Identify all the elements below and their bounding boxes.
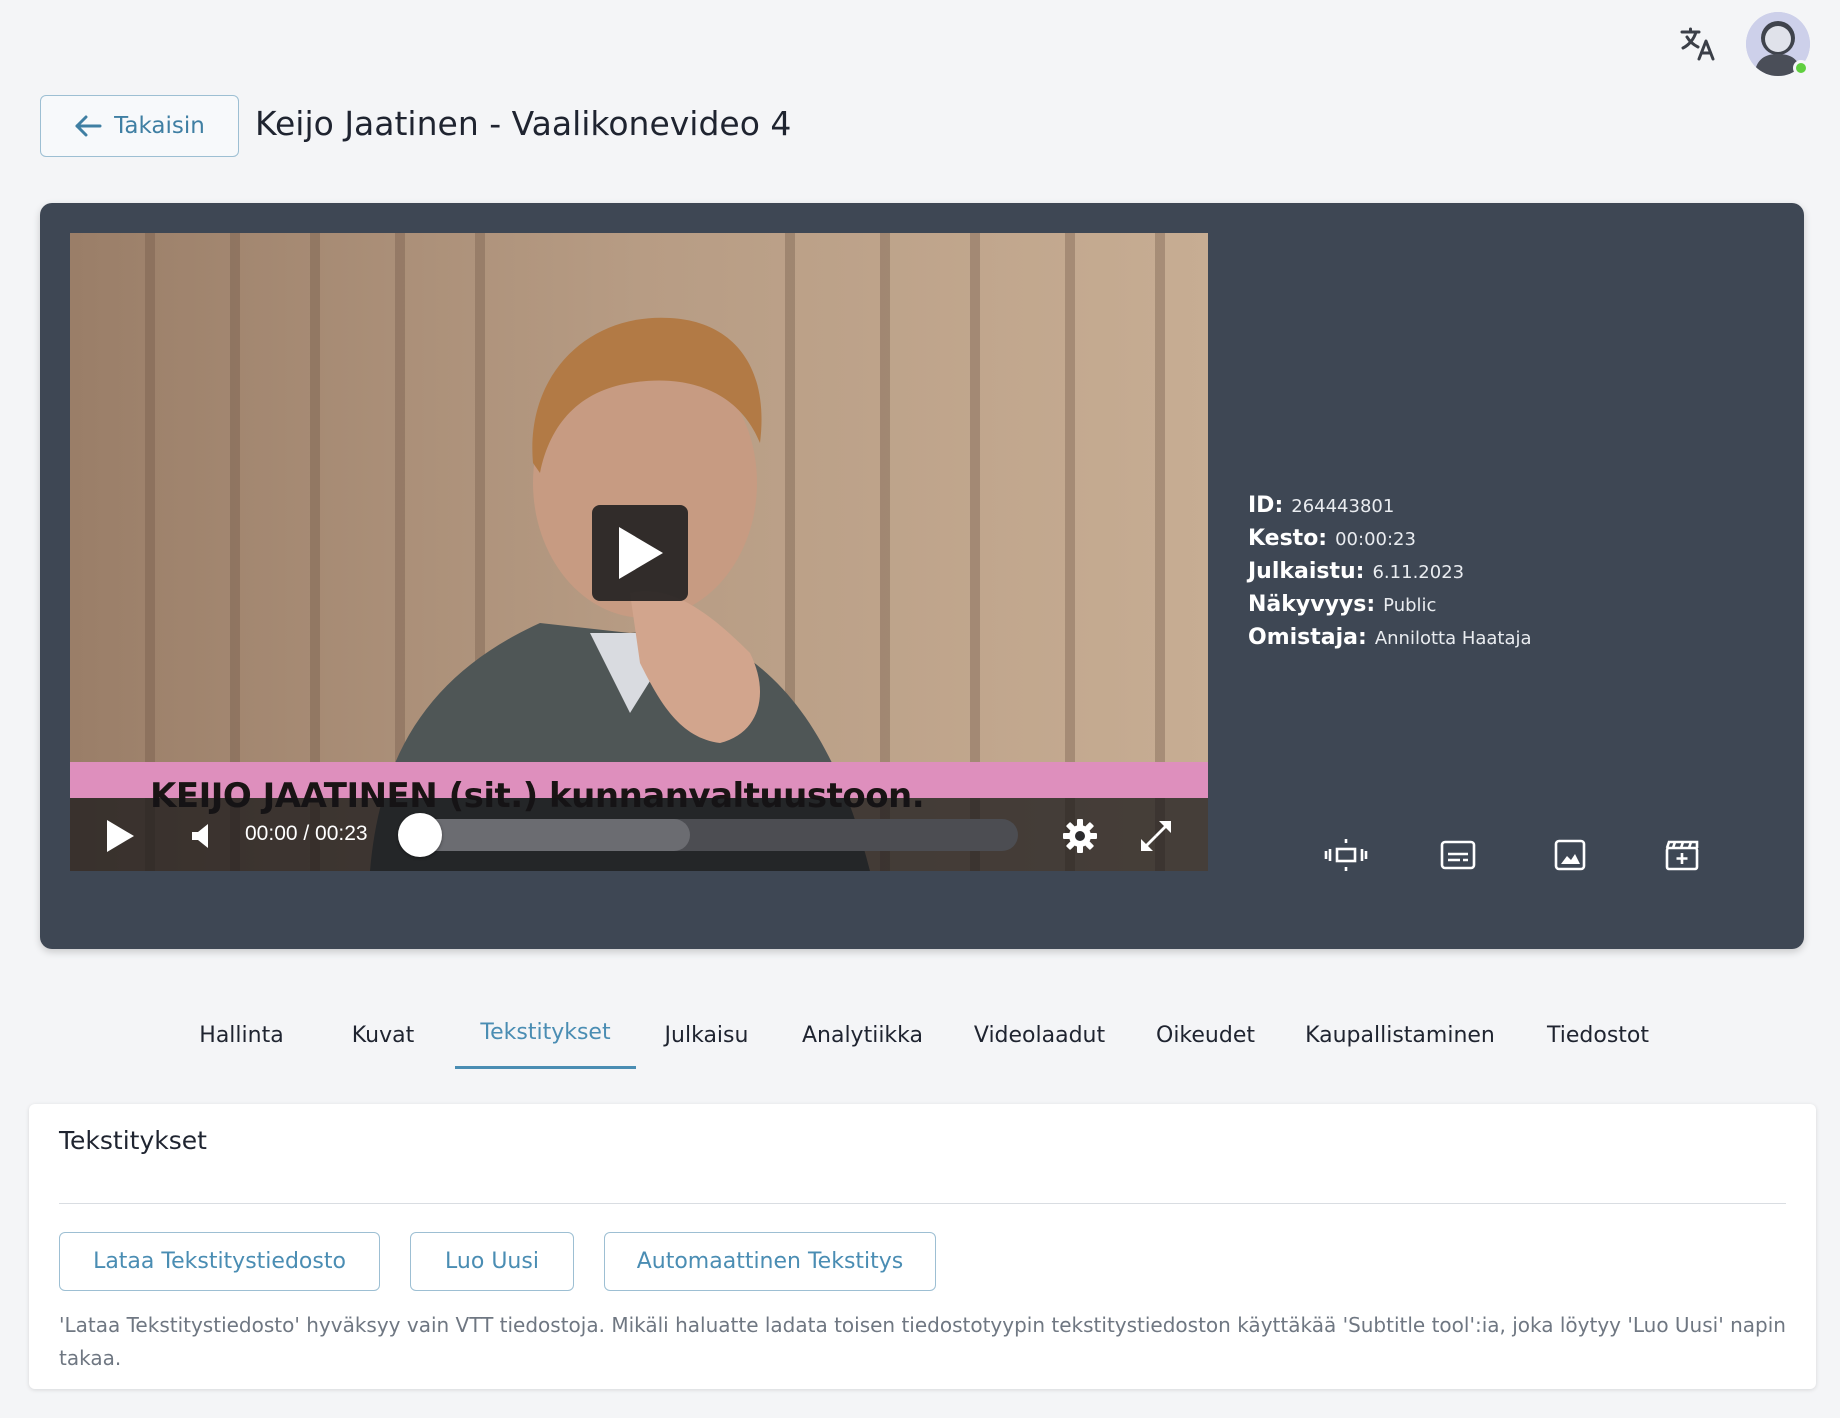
clip-button[interactable]: [1658, 833, 1706, 877]
player-controls: 00:00 / 00:23: [70, 798, 1208, 871]
online-status-dot: [1793, 60, 1809, 76]
meta-key: ID:: [1248, 493, 1284, 518]
fullscreen-button[interactable]: [1136, 816, 1176, 856]
meta-key: Näkyvyys:: [1248, 592, 1376, 617]
tab-hallinta[interactable]: Hallinta: [184, 1000, 299, 1070]
subtitles-icon: [1440, 840, 1476, 870]
tab-julkaisu[interactable]: Julkaisu: [654, 1000, 759, 1070]
video-metadata: ID: 264443801 Kesto: 00:00:23 Julkaistu:…: [1248, 493, 1532, 658]
meta-value: 264443801: [1291, 496, 1395, 517]
meta-value: Annilotta Haataja: [1374, 628, 1532, 649]
page-title: Keijo Jaatinen - Vaalikonevideo 4: [255, 104, 792, 143]
big-play-button[interactable]: [592, 505, 688, 601]
seek-buffered: [410, 819, 690, 851]
tab-kuvat[interactable]: Kuvat: [323, 1000, 443, 1070]
translate-icon: [1680, 27, 1715, 61]
tab-kaupallistaminen[interactable]: Kaupallistaminen: [1300, 1000, 1500, 1070]
meta-key: Kesto:: [1248, 526, 1328, 551]
tab-tekstitykset[interactable]: Tekstitykset: [455, 1000, 636, 1064]
card-title: Tekstitykset: [59, 1126, 207, 1155]
volume-button[interactable]: [182, 818, 218, 854]
seek-bar[interactable]: [398, 813, 1018, 857]
meta-owner: Omistaja: Annilotta Haataja: [1248, 625, 1532, 658]
meta-value: 00:00:23: [1335, 529, 1416, 550]
meta-published: Julkaistu: 6.11.2023: [1248, 559, 1532, 592]
tab-analytiikka[interactable]: Analytiikka: [795, 1000, 930, 1070]
settings-gear-icon: [1063, 819, 1097, 853]
tab-bar: Hallinta Kuvat Tekstitykset Julkaisu Ana…: [0, 1000, 1840, 1070]
subtitles-button[interactable]: [1434, 833, 1482, 877]
meta-key: Omistaja:: [1248, 625, 1367, 650]
video-player[interactable]: KEIJO JAATINEN (sit.) kunnanvaltuustoon.…: [70, 233, 1208, 871]
meta-id: ID: 264443801: [1248, 493, 1532, 526]
meta-duration: Kesto: 00:00:23: [1248, 526, 1532, 559]
seek-handle[interactable]: [398, 813, 442, 857]
meta-value: Public: [1383, 595, 1437, 616]
meta-key: Julkaistu:: [1248, 559, 1365, 584]
fullscreen-icon: [1141, 821, 1171, 851]
subtitles-card: Tekstitykset Lataa Tekstitystiedosto Luo…: [29, 1104, 1816, 1389]
create-new-button[interactable]: Luo Uusi: [410, 1232, 574, 1291]
clapperboard-icon: [1665, 840, 1699, 871]
trim-button[interactable]: [1322, 833, 1370, 877]
card-divider: [59, 1203, 1786, 1204]
back-button-label: Takaisin: [114, 113, 205, 139]
volume-icon: [192, 824, 208, 848]
upload-subtitle-file-button[interactable]: Lataa Tekstitystiedosto: [59, 1232, 380, 1291]
image-icon: [1554, 839, 1586, 871]
arrow-left-icon: [75, 115, 102, 137]
upload-help-text: 'Lataa Tekstitystiedosto' hyväksyy vain …: [59, 1313, 1786, 1370]
play-icon: [619, 527, 663, 579]
tab-oikeudet[interactable]: Oikeudet: [1148, 1000, 1263, 1070]
active-tab-indicator: [455, 1066, 636, 1069]
time-display: 00:00 / 00:23: [245, 822, 368, 845]
settings-button[interactable]: [1060, 816, 1100, 856]
play-icon: [107, 820, 134, 852]
trim-icon: [1324, 839, 1368, 871]
tab-videolaadut[interactable]: Videolaadut: [967, 1000, 1112, 1070]
automatic-subtitles-button[interactable]: Automaattinen Tekstitys: [604, 1232, 936, 1291]
meta-visibility: Näkyvyys: Public: [1248, 592, 1532, 625]
back-button[interactable]: Takaisin: [40, 95, 239, 157]
thumbnail-button[interactable]: [1546, 833, 1594, 877]
meta-value: 6.11.2023: [1372, 562, 1465, 583]
tab-tiedostot[interactable]: Tiedostot: [1536, 1000, 1660, 1070]
player-panel: KEIJO JAATINEN (sit.) kunnanvaltuustoon.…: [40, 203, 1804, 949]
translate-button[interactable]: [1676, 22, 1720, 66]
play-button[interactable]: [100, 816, 140, 856]
